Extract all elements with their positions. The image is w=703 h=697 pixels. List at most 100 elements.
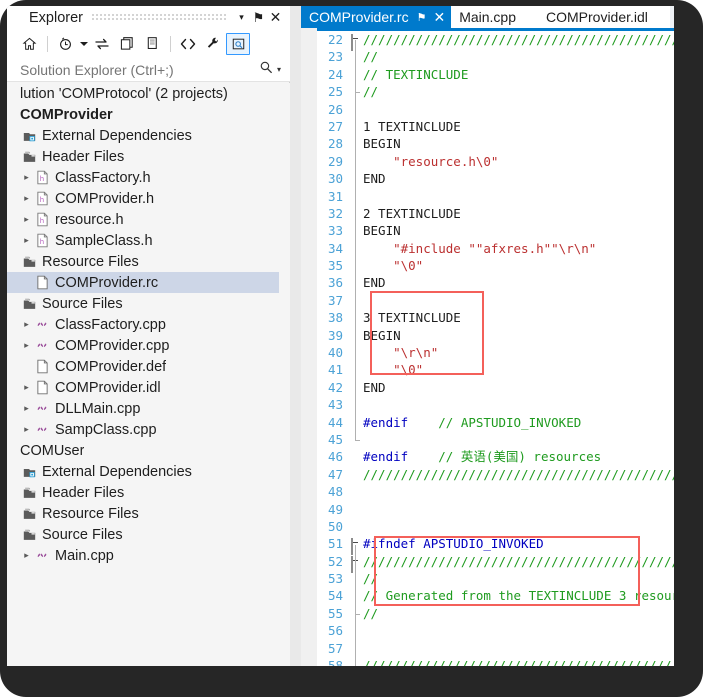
preview-selected-items-icon[interactable]: [226, 32, 250, 55]
code-line[interactable]: 42 END: [301, 379, 674, 396]
code-line[interactable]: 28 BEGIN: [301, 135, 674, 152]
tree-item[interactable]: ▸ COMProvider.idl: [7, 377, 290, 398]
pin-icon[interactable]: ⚑: [250, 8, 267, 28]
code-line[interactable]: 31: [301, 188, 674, 205]
code-line[interactable]: 54 // Generated from the TEXTINCLUDE 3 re…: [301, 588, 674, 605]
chevron-right-icon[interactable]: ▸: [20, 172, 33, 183]
code-line[interactable]: 37: [301, 292, 674, 309]
code-line[interactable]: 39 BEGIN: [301, 327, 674, 344]
chevron-right-icon[interactable]: ▸: [20, 214, 33, 225]
tree-item[interactable]: Resource Files: [7, 503, 290, 524]
refresh-icon[interactable]: [115, 33, 139, 55]
tree-item[interactable]: ▸ ClassFactory.cpp: [7, 314, 290, 335]
code-line[interactable]: 34 "#include ""afxres.h""\r\n": [301, 240, 674, 257]
code-line[interactable]: 23 //: [301, 48, 674, 65]
tree-item[interactable]: COMProvider.rc: [7, 272, 290, 293]
tree-item[interactable]: Source Files: [7, 524, 290, 545]
code-line[interactable]: 57: [301, 640, 674, 657]
sync-with-active-document-icon[interactable]: [90, 33, 114, 55]
chevron-right-icon[interactable]: ▸: [20, 319, 33, 330]
code-line[interactable]: 58 //////////////////////////////////////…: [301, 657, 674, 666]
pending-changes-icon[interactable]: [53, 33, 77, 55]
code-line[interactable]: 24 // TEXTINCLUDE: [301, 66, 674, 83]
tree-item[interactable]: lution 'COMProtocol' (2 projects): [7, 83, 290, 104]
code-line[interactable]: 26: [301, 101, 674, 118]
tree-item[interactable]: ▸ COMProvider.cpp: [7, 335, 290, 356]
chevron-right-icon[interactable]: ▸: [20, 193, 33, 204]
code-line[interactable]: 47 //////////////////////////////////////…: [301, 466, 674, 483]
code-line[interactable]: 41 "\0": [301, 361, 674, 378]
code-line[interactable]: 33 BEGIN: [301, 222, 674, 239]
code-line[interactable]: 48: [301, 483, 674, 500]
code-line[interactable]: 51 #ifndef APSTUDIO_INVOKED: [301, 535, 674, 556]
code-line[interactable]: 36 END: [301, 274, 674, 291]
code-line[interactable]: 53 //: [301, 570, 674, 587]
tree-item[interactable]: COMProvider.def: [7, 356, 290, 377]
search-input[interactable]: [7, 60, 259, 79]
home-icon[interactable]: [17, 33, 41, 55]
code-line[interactable]: 44 #endif // APSTUDIO_INVOKED: [301, 414, 674, 431]
code-line[interactable]: 40 "\r\n": [301, 344, 674, 361]
tab-pin-icon[interactable]: ⚑: [417, 11, 427, 24]
search-icon[interactable]: [259, 60, 273, 79]
tree-item[interactable]: External Dependencies: [7, 125, 290, 146]
fold-collapse-icon[interactable]: [351, 538, 362, 556]
tree-item[interactable]: Header Files: [7, 146, 290, 167]
tree-item[interactable]: Source Files: [7, 293, 290, 314]
chevron-right-icon[interactable]: ▸: [20, 403, 33, 414]
view-code-icon[interactable]: [176, 33, 200, 55]
code-lines[interactable]: 22//////////////////////////////////////…: [301, 31, 674, 666]
code-line[interactable]: 30 END: [301, 170, 674, 187]
code-line[interactable]: 49: [301, 501, 674, 518]
tree-item[interactable]: ▸ SampClass.cpp: [7, 419, 290, 440]
close-icon[interactable]: ✕: [267, 8, 284, 28]
tree-item[interactable]: Header Files: [7, 482, 290, 503]
tree-item[interactable]: ▸ h ClassFactory.h: [7, 167, 290, 188]
solution-tree[interactable]: lution 'COMProtocol' (2 projects) COMProv…: [7, 83, 290, 666]
code-line[interactable]: 27 1 TEXTINCLUDE: [301, 118, 674, 135]
code-line-text: #endif // APSTUDIO_INVOKED: [363, 414, 581, 431]
editor-tab[interactable]: COMProvider.rc ⚑ ✕: [301, 6, 452, 28]
tree-item[interactable]: Resource Files: [7, 251, 290, 272]
code-line-text: "\0": [363, 361, 423, 378]
vs-window: Explorer ▾ ⚑ ✕ Solution Explorer (Ctrl+;…: [7, 6, 674, 666]
editor-tab[interactable]: COMProvider.idl: [538, 6, 670, 28]
chevron-right-icon[interactable]: ▸: [20, 550, 33, 561]
code-surface[interactable]: 22//////////////////////////////////////…: [301, 28, 674, 666]
solution-explorer-search[interactable]: ▾: [7, 58, 290, 82]
code-line[interactable]: 35 "\0": [301, 257, 674, 274]
chevron-right-icon[interactable]: ▸: [20, 424, 33, 435]
pane-splitter[interactable]: [290, 6, 301, 666]
tree-item[interactable]: COMProvider: [7, 104, 290, 125]
search-options-chevron-icon[interactable]: ▾: [277, 65, 281, 74]
chevron-down-icon[interactable]: ▾: [233, 8, 250, 28]
tree-item[interactable]: ▸ h resource.h: [7, 209, 290, 230]
tree-item[interactable]: ▸ h COMProvider.h: [7, 188, 290, 209]
code-line[interactable]: 56: [301, 622, 674, 639]
chevron-down-icon[interactable]: [78, 33, 89, 55]
fold-collapse-icon[interactable]: [351, 555, 362, 573]
chevron-right-icon[interactable]: ▸: [20, 235, 33, 246]
properties-wrench-icon[interactable]: [201, 33, 225, 55]
tree-item[interactable]: ▸ DLLMain.cpp: [7, 398, 290, 419]
code-line[interactable]: 22 //////////////////////////////////////…: [301, 31, 674, 51]
tree-item[interactable]: ▸ Main.cpp: [7, 545, 290, 566]
sidebar-scrollbar[interactable]: [279, 83, 290, 666]
sidebar-scrollbar-thumb[interactable]: [279, 83, 290, 666]
chevron-right-icon[interactable]: ▸: [20, 382, 33, 393]
tab-close-icon[interactable]: ✕: [433, 9, 445, 26]
code-line[interactable]: 29 "resource.h\0": [301, 153, 674, 170]
code-line[interactable]: 52 //////////////////////////////////////…: [301, 553, 674, 573]
tree-item[interactable]: COMUser: [7, 440, 290, 461]
code-line[interactable]: 38 3 TEXTINCLUDE: [301, 309, 674, 326]
code-line[interactable]: 50: [301, 518, 674, 535]
code-line[interactable]: 43: [301, 396, 674, 413]
tree-item[interactable]: External Dependencies: [7, 461, 290, 482]
tree-item[interactable]: ▸ h SampleClass.h: [7, 230, 290, 251]
code-line[interactable]: 46 #endif // 英语(美国) resources: [301, 448, 674, 465]
editor-tab[interactable]: Main.cpp: [451, 6, 538, 28]
show-all-files-icon[interactable]: [140, 33, 164, 55]
code-line[interactable]: 32 2 TEXTINCLUDE: [301, 205, 674, 222]
chevron-right-icon[interactable]: ▸: [20, 340, 33, 351]
fold-collapse-icon[interactable]: [351, 34, 362, 51]
